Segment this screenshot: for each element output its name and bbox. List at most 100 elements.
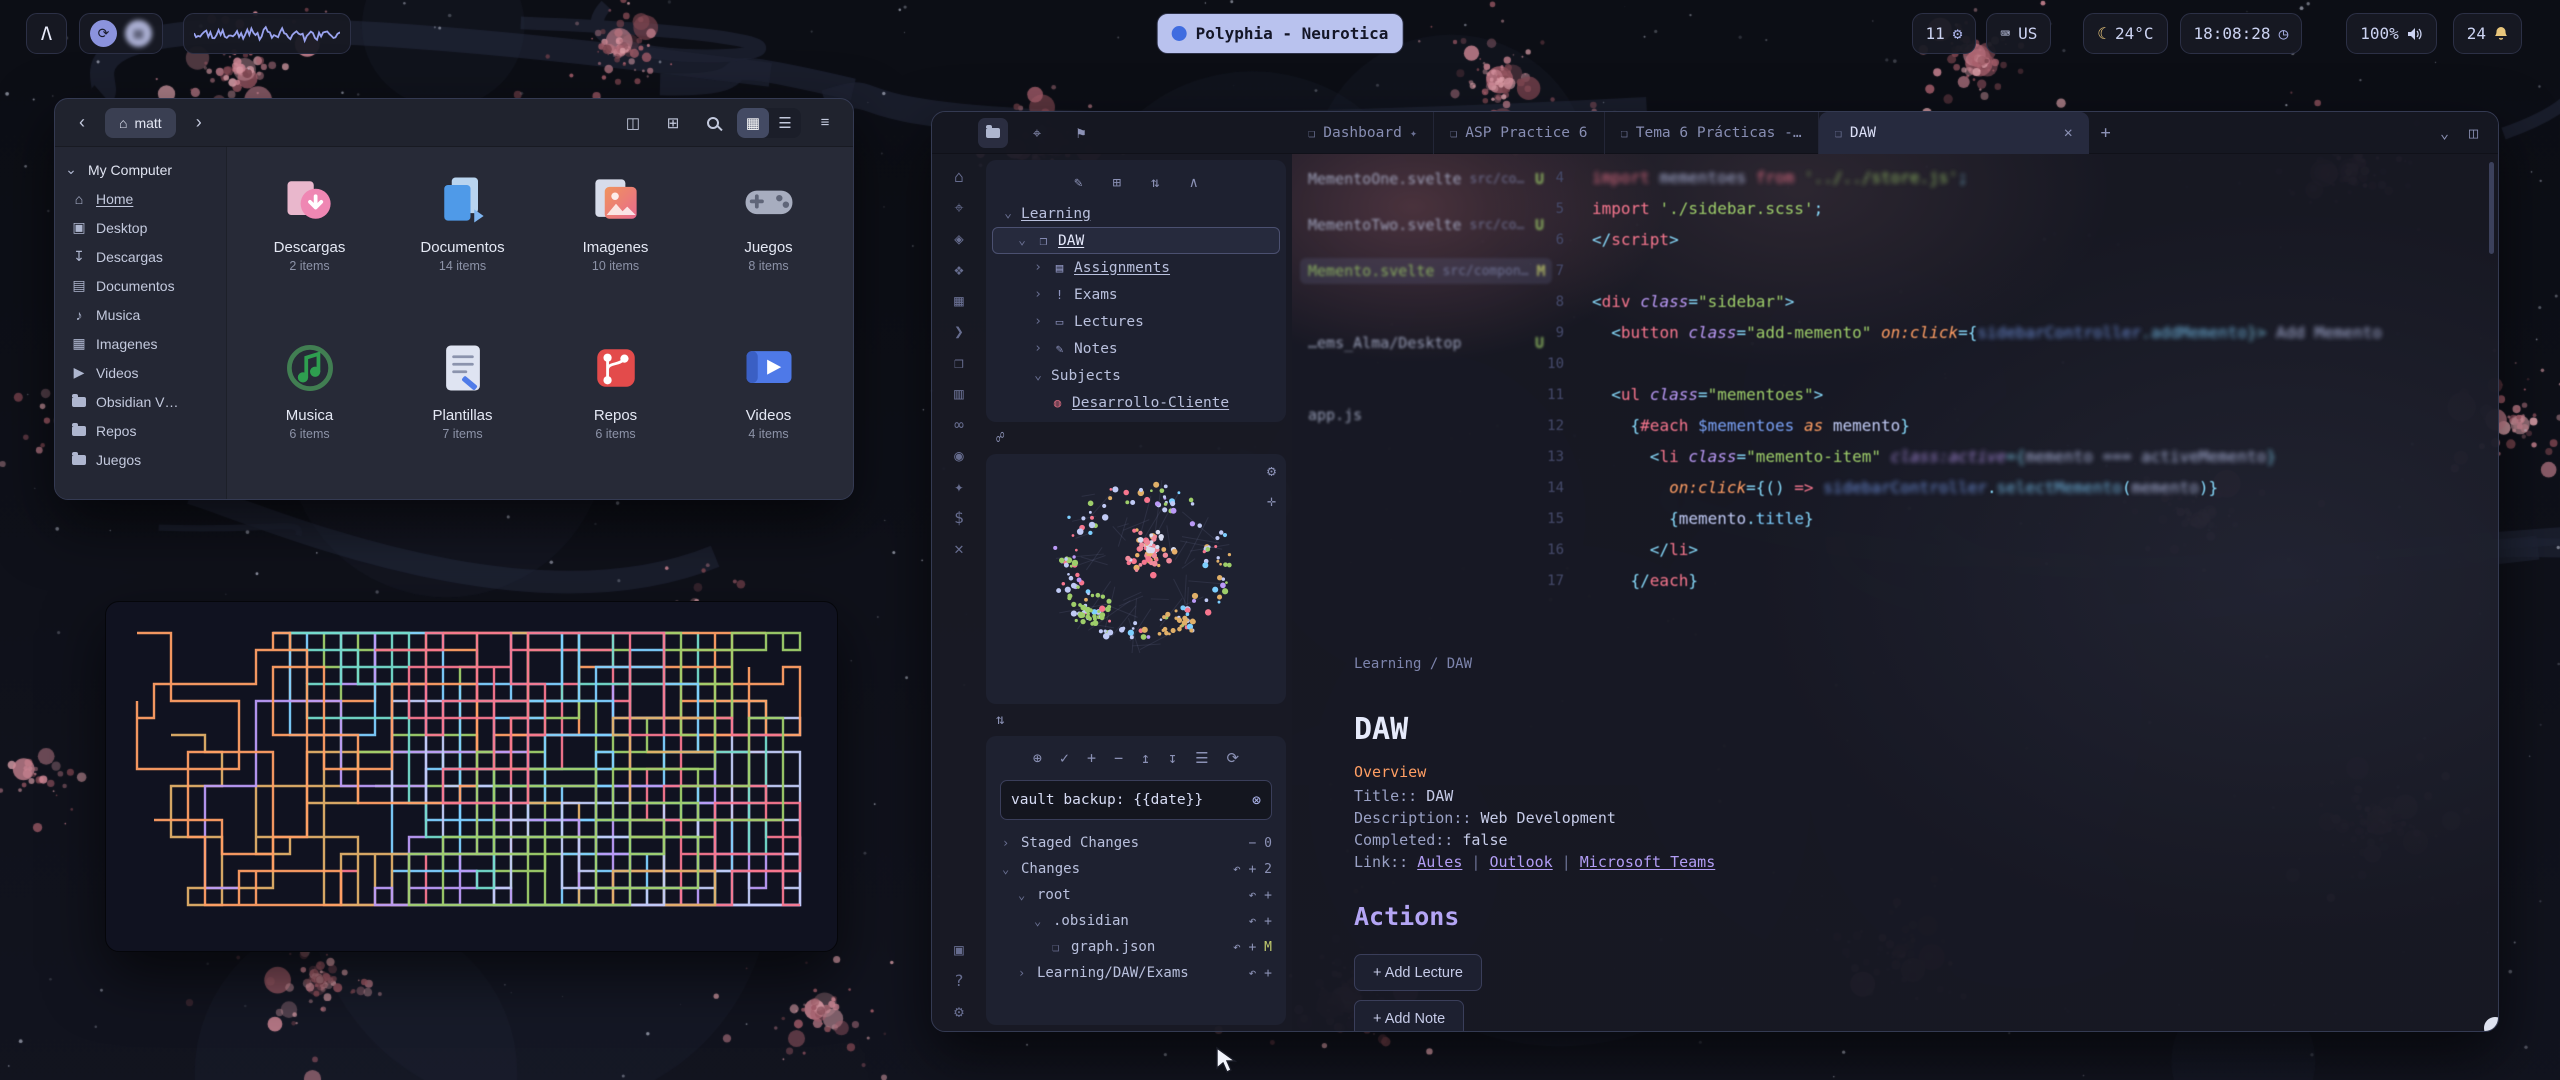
split-view-icon[interactable]: ◫ bbox=[617, 108, 649, 138]
git-commit-icon[interactable]: ✓ bbox=[1060, 749, 1069, 767]
ribbon-pin-icon[interactable]: ✦ bbox=[948, 478, 970, 496]
ribbon-camera-icon[interactable]: ◉ bbox=[948, 447, 970, 465]
git-refresh-icon[interactable]: ⟳ bbox=[1227, 749, 1240, 767]
git-row-learning-daw-exams[interactable]: › Learning/DAW/Exams ↶ + bbox=[992, 960, 1280, 986]
clock-module[interactable]: 18:08:28 ◷ bbox=[2180, 13, 2303, 54]
git-unstage-all-icon[interactable]: − bbox=[1114, 749, 1123, 767]
link-outlook[interactable]: Outlook bbox=[1489, 853, 1552, 871]
ribbon-home-icon[interactable]: ⌂ bbox=[948, 168, 970, 186]
launcher-button[interactable]: Λ bbox=[26, 13, 67, 54]
back-button[interactable]: ‹ bbox=[67, 108, 97, 138]
breadcrumb[interactable]: ⌂ matt bbox=[105, 108, 176, 138]
tree-item-exams[interactable]: › ! Exams bbox=[992, 281, 1280, 308]
add-lecture-button[interactable]: + Add Lecture bbox=[1354, 954, 1482, 991]
git-pull-icon[interactable]: ↧ bbox=[1168, 749, 1177, 767]
notifications-module[interactable]: 24 bbox=[2453, 13, 2522, 54]
new-note-icon[interactable]: ✎ bbox=[1074, 175, 1082, 191]
sort-icon[interactable]: ⇅ bbox=[1151, 175, 1159, 191]
media-player-widget[interactable]: Polyphia - Neurotica bbox=[1157, 13, 1404, 54]
graph-filter-icon[interactable]: ✛ bbox=[1267, 492, 1276, 510]
editor-pane[interactable]: MementoOne.sveltesrc/co…UMementoTwo.svel… bbox=[1292, 154, 2498, 1032]
git-push-icon[interactable]: ↥ bbox=[1141, 749, 1150, 767]
ribbon-kanban-icon[interactable]: ▥ bbox=[948, 385, 970, 403]
commit-message-input[interactable] bbox=[1011, 792, 1252, 808]
search-tab-icon[interactable]: ⌖ bbox=[1022, 118, 1052, 148]
editor-scrollbar[interactable] bbox=[2489, 162, 2494, 254]
ribbon-terminal-icon[interactable]: ❯ bbox=[948, 323, 970, 341]
tree-item-daw[interactable]: ⌄ ❒ DAW bbox=[992, 227, 1280, 254]
ribbon-book-icon[interactable]: ❐ bbox=[948, 354, 970, 372]
notes-icon[interactable]: ▤ bbox=[125, 20, 152, 47]
split-editor-icon[interactable]: ◫ bbox=[2469, 124, 2478, 142]
graph-pane-tab[interactable]: ☍ bbox=[986, 426, 1286, 450]
tree-item-subjects[interactable]: ⌄ Subjects bbox=[992, 362, 1280, 389]
tree-item-lectures[interactable]: › ▭ Lectures bbox=[992, 308, 1280, 335]
sidebar-item-home[interactable]: ⌂Home bbox=[55, 184, 226, 213]
ribbon-settings-icon[interactable]: ⚙ bbox=[948, 1003, 970, 1021]
refresh-icon[interactable]: ⟳ bbox=[90, 20, 117, 47]
close-icon[interactable]: ✕ bbox=[2064, 125, 2073, 141]
ribbon-close-icon[interactable]: ✕ bbox=[948, 540, 970, 558]
note-breadcrumb[interactable]: Learning / DAW bbox=[1354, 656, 1754, 672]
keyboard-layout-module[interactable]: ⌨ US bbox=[1986, 13, 2051, 54]
volume-module[interactable]: 100% bbox=[2346, 13, 2437, 54]
folder-imagenes[interactable]: Imagenes 10 items bbox=[539, 157, 692, 325]
sidebar-item-videos[interactable]: ▶Videos bbox=[55, 358, 226, 387]
add-note-button[interactable]: + Add Note bbox=[1354, 1000, 1464, 1032]
bookmarks-tab-icon[interactable]: ⚑ bbox=[1066, 118, 1096, 148]
ribbon-vault-icon[interactable]: ▣ bbox=[948, 941, 970, 959]
sidebar-header[interactable]: ⌄ My Computer bbox=[55, 155, 226, 184]
git-stage-all-icon[interactable]: + bbox=[1087, 749, 1096, 767]
tab-asp-practice[interactable]: ❏ ASP Practice 6 bbox=[1434, 112, 1604, 154]
folder-plantillas[interactable]: Plantillas 7 items bbox=[386, 325, 539, 493]
git-backup-icon[interactable]: ⊕ bbox=[1033, 749, 1042, 767]
link-teams[interactable]: Microsoft Teams bbox=[1580, 853, 1715, 871]
tree-item-desarrollo-cliente[interactable]: ◍ Desarrollo-Cliente bbox=[992, 389, 1280, 416]
updates-module[interactable]: 11 ⚙ bbox=[1912, 13, 1977, 54]
new-tab-icon[interactable]: + bbox=[2089, 123, 2123, 143]
ribbon-graph-icon[interactable]: ❖ bbox=[948, 261, 970, 279]
files-tab-icon[interactable] bbox=[978, 118, 1008, 148]
link-aules[interactable]: Aules bbox=[1417, 853, 1462, 871]
new-folder-icon[interactable]: ⊞ bbox=[1113, 175, 1121, 191]
sidebar-item-documentos[interactable]: ▤Documentos bbox=[55, 271, 226, 300]
git-row-root[interactable]: ⌄ root ↶ + bbox=[992, 882, 1280, 908]
folder-videos[interactable]: Videos 4 items bbox=[692, 325, 845, 493]
ribbon-search-icon[interactable]: ⌖ bbox=[948, 199, 970, 217]
tab-list-icon[interactable]: ⌄ bbox=[2440, 124, 2449, 142]
ribbon-link-icon[interactable]: ∞ bbox=[948, 416, 970, 434]
menu-icon[interactable]: ≡ bbox=[809, 108, 841, 138]
git-row-obsidian-folder[interactable]: ⌄ .obsidian ↶ + bbox=[992, 908, 1280, 934]
sidebar-item-musica[interactable]: ♪Musica bbox=[55, 300, 226, 329]
sidebar-item-desktop[interactable]: ▣Desktop bbox=[55, 213, 226, 242]
git-row-staged[interactable]: › Staged Changes − 0 bbox=[992, 830, 1280, 856]
git-row-graph-json[interactable]: ❏ graph.json ↶ + M bbox=[992, 934, 1280, 960]
graph-view[interactable] bbox=[992, 460, 1284, 696]
folder-descargas[interactable]: Descargas 2 items bbox=[233, 157, 386, 325]
folder-juegos[interactable]: Juegos 8 items bbox=[692, 157, 845, 325]
sidebar-item-descargas[interactable]: ↧Descargas bbox=[55, 242, 226, 271]
tab-dashboard[interactable]: ❏ Dashboard ✦ bbox=[1292, 112, 1434, 154]
git-list-view-icon[interactable]: ☰ bbox=[1195, 749, 1208, 767]
tree-item-assignments[interactable]: › ▤ Assignments bbox=[992, 254, 1280, 281]
tree-item-notes[interactable]: › ✎ Notes bbox=[992, 335, 1280, 362]
ribbon-currency-icon[interactable]: $ bbox=[948, 509, 970, 527]
sidebar-item-juegos[interactable]: Juegos bbox=[55, 445, 226, 474]
ribbon-switcher-icon[interactable]: ◈ bbox=[948, 230, 970, 248]
folder-documentos[interactable]: Documentos 14 items bbox=[386, 157, 539, 325]
forward-button[interactable]: › bbox=[184, 108, 214, 138]
collapse-all-icon[interactable]: ∧ bbox=[1189, 175, 1197, 191]
git-pane-tab[interactable]: ⇅ bbox=[986, 708, 1286, 732]
sidebar-item-imagenes[interactable]: ▦Imagenes bbox=[55, 329, 226, 358]
new-folder-icon[interactable]: ⊞ bbox=[657, 108, 689, 138]
tree-item-learning[interactable]: ⌄ Learning bbox=[992, 200, 1280, 227]
grid-view-icon[interactable]: ▦ bbox=[737, 108, 769, 138]
ribbon-calendar-icon[interactable]: ▦ bbox=[948, 292, 970, 310]
ribbon-help-icon[interactable]: ? bbox=[948, 972, 970, 990]
folder-musica[interactable]: Musica 6 items bbox=[233, 325, 386, 493]
clear-icon[interactable]: ⊗ bbox=[1252, 791, 1261, 809]
tab-tema6[interactable]: ❏ Tema 6 Prácticas -… bbox=[1605, 112, 1819, 154]
sidebar-item-obsidian-vault[interactable]: Obsidian V… bbox=[55, 387, 226, 416]
search-icon[interactable] bbox=[697, 108, 729, 138]
tab-daw[interactable]: ❏ DAW ✕ bbox=[1819, 112, 2089, 154]
